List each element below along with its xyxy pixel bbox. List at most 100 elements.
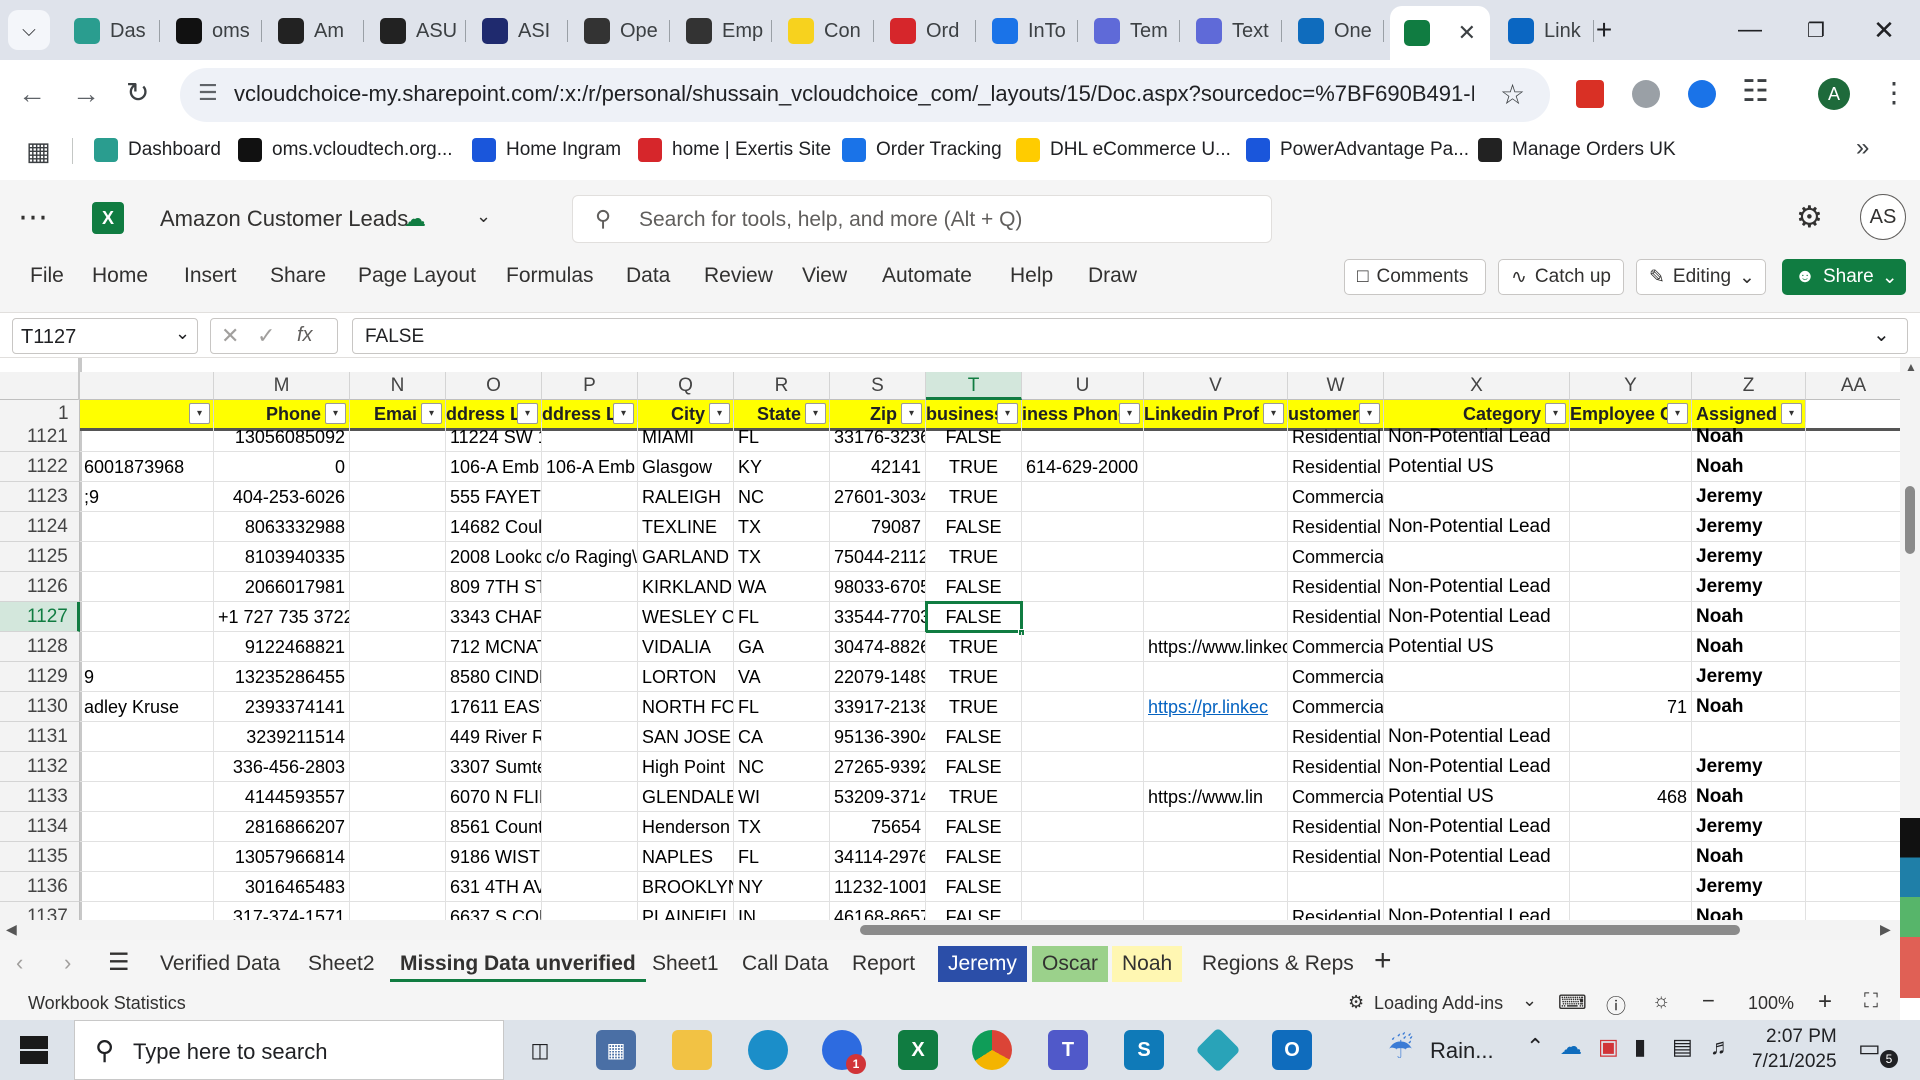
grid-cell[interactable]: 8580 CINDER BED RD <box>446 662 542 692</box>
security-tray-icon[interactable]: ▣ <box>1598 1034 1619 1060</box>
grid-cell[interactable] <box>1570 452 1692 482</box>
tray-overflow-icon[interactable]: ⌃ <box>1526 1034 1544 1060</box>
expand-formula-icon[interactable]: ⌄ <box>1873 322 1890 347</box>
row-header[interactable]: 1135 <box>0 842 80 872</box>
row-header[interactable]: 1133 <box>0 782 80 812</box>
forward-icon[interactable]: → <box>72 78 100 110</box>
insert-function-icon[interactable]: fx <box>297 324 313 347</box>
profile-avatar[interactable]: A <box>1818 78 1850 110</box>
grid-cell[interactable] <box>350 452 446 482</box>
grid-cell[interactable] <box>1144 572 1288 602</box>
row-header[interactable]: 1129 <box>0 662 80 692</box>
grid-cell[interactable]: https://www.lin <box>1144 782 1288 812</box>
sheet-tab[interactable]: Noah <box>1112 946 1183 982</box>
site-info-icon[interactable]: ☰ <box>198 80 218 106</box>
row-header[interactable]: 1134 <box>0 812 80 842</box>
grid-cell[interactable] <box>1570 842 1692 872</box>
column-header[interactable]: AA <box>1806 372 1900 400</box>
formula-input[interactable]: FALSE ⌄ <box>352 318 1908 354</box>
grid-cell[interactable] <box>1144 842 1288 872</box>
sheet-tab[interactable]: Report <box>842 946 925 982</box>
file-explorer-icon[interactable] <box>672 1030 712 1070</box>
grid-cell[interactable] <box>1022 782 1144 812</box>
row-header[interactable]: 1126 <box>0 572 80 602</box>
grid-cell[interactable]: 8103940335 <box>214 542 350 572</box>
more-bookmarks-icon[interactable]: » <box>1856 134 1869 162</box>
column-header[interactable]: W <box>1288 372 1384 400</box>
autosave-status-icon[interactable]: ☁ <box>404 206 426 232</box>
grid-cell[interactable] <box>542 572 638 602</box>
grid-cell[interactable] <box>1806 872 1900 902</box>
grid-cell[interactable] <box>1144 542 1288 572</box>
grid-cell[interactable]: FL <box>734 842 830 872</box>
grid-cell[interactable]: Noah <box>1692 602 1806 632</box>
search-box[interactable]: ⚲ Search for tools, help, and more (Alt … <box>572 195 1272 243</box>
grid-cell[interactable]: Non-Potential Lead <box>1384 572 1570 602</box>
grid-cell[interactable] <box>1806 752 1900 782</box>
grid-cell[interactable]: Potential US <box>1384 782 1570 812</box>
grid-cell[interactable]: MIAMI <box>638 422 734 452</box>
grid-cell[interactable]: FALSE <box>926 812 1022 842</box>
grid-cell[interactable]: GARLAND <box>638 542 734 572</box>
ribbon-tab[interactable]: Page Layout <box>358 264 476 288</box>
grid-cell[interactable]: TX <box>734 542 830 572</box>
row-header[interactable]: 1130 <box>0 692 80 722</box>
ribbon-tab[interactable]: Automate <box>882 264 972 288</box>
grid-cell[interactable]: TRUE <box>926 542 1022 572</box>
column-header[interactable]: Y <box>1570 372 1692 400</box>
column-header[interactable]: M <box>214 372 350 400</box>
notification-icon[interactable]: ▭ <box>1858 1034 1881 1063</box>
grid-cell[interactable]: Potential US <box>1384 632 1570 662</box>
sheet-tab[interactable]: Call Data <box>732 946 838 982</box>
grid-cell[interactable] <box>542 842 638 872</box>
vertical-scroll-thumb[interactable] <box>1905 486 1915 554</box>
grid-cell[interactable] <box>1022 812 1144 842</box>
bookmark-item[interactable]: Order Tracking <box>842 132 1002 168</box>
grid-cell[interactable]: Jeremy <box>1692 512 1806 542</box>
scroll-left-arrow[interactable]: ◀ <box>6 921 17 938</box>
column-header[interactable]: T <box>926 372 1022 400</box>
grid-cell[interactable] <box>1806 482 1900 512</box>
close-window-button[interactable]: ✕ <box>1854 8 1914 52</box>
filter-dropdown-icon[interactable]: ▾ <box>421 403 442 424</box>
row-header[interactable]: 1136 <box>0 872 80 902</box>
grid-cell[interactable]: 33917-2138 <box>830 692 926 722</box>
grid-cell[interactable] <box>80 572 214 602</box>
grid-cell[interactable]: SAN JOSE <box>638 722 734 752</box>
zoom-app-icon[interactable]: 1 <box>822 1030 866 1074</box>
help-icon[interactable]: ⓘ <box>1606 990 1626 1019</box>
grid-cell[interactable]: Noah <box>1692 692 1806 722</box>
grid-cell[interactable]: 75044-2112 <box>830 542 926 572</box>
grid-cell[interactable]: VIDALIA <box>638 632 734 662</box>
grid-cell[interactable]: 53209-3714 <box>830 782 926 812</box>
grid-cell[interactable]: TRUE <box>926 482 1022 512</box>
column-header[interactable]: Z <box>1692 372 1806 400</box>
bookmark-item[interactable]: oms.vcloudtech.org... <box>238 132 453 168</box>
windows-start-icon[interactable] <box>20 1036 48 1064</box>
grid-cell[interactable]: Residential <box>1288 752 1384 782</box>
browser-tab[interactable]: ASI <box>468 8 568 54</box>
grid-cell[interactable]: CA <box>734 722 830 752</box>
grid-cell[interactable] <box>80 752 214 782</box>
column-header[interactable]: X <box>1384 372 1570 400</box>
all-sheets-icon[interactable]: ☰ <box>108 948 130 977</box>
grid-cell[interactable]: 27265-9392 <box>830 752 926 782</box>
grid-cell[interactable]: FL <box>734 602 830 632</box>
grid-cell[interactable] <box>542 692 638 722</box>
grid-cell[interactable] <box>542 482 638 512</box>
grid-cell[interactable]: BROOKLYN <box>638 872 734 902</box>
grid-cell[interactable] <box>350 812 446 842</box>
globe-extension-icon[interactable] <box>1632 80 1660 108</box>
filter-dropdown-icon[interactable]: ▾ <box>1781 403 1802 424</box>
grid-cell[interactable]: FALSE <box>926 512 1022 542</box>
grid-cell[interactable]: KIRKLAND <box>638 572 734 602</box>
task-view-icon[interactable]: ◫ <box>520 1030 560 1070</box>
grid-cell[interactable]: LORTON <box>638 662 734 692</box>
row-header[interactable]: 1127 <box>0 602 80 632</box>
back-icon[interactable]: ← <box>18 78 46 110</box>
addins-status[interactable]: Loading Add-ins <box>1374 993 1503 1014</box>
ribbon-tab[interactable]: Home <box>92 264 148 288</box>
grid-cell[interactable]: Residential <box>1288 602 1384 632</box>
grid-cell[interactable] <box>1384 872 1570 902</box>
grid-cell[interactable] <box>1022 542 1144 572</box>
